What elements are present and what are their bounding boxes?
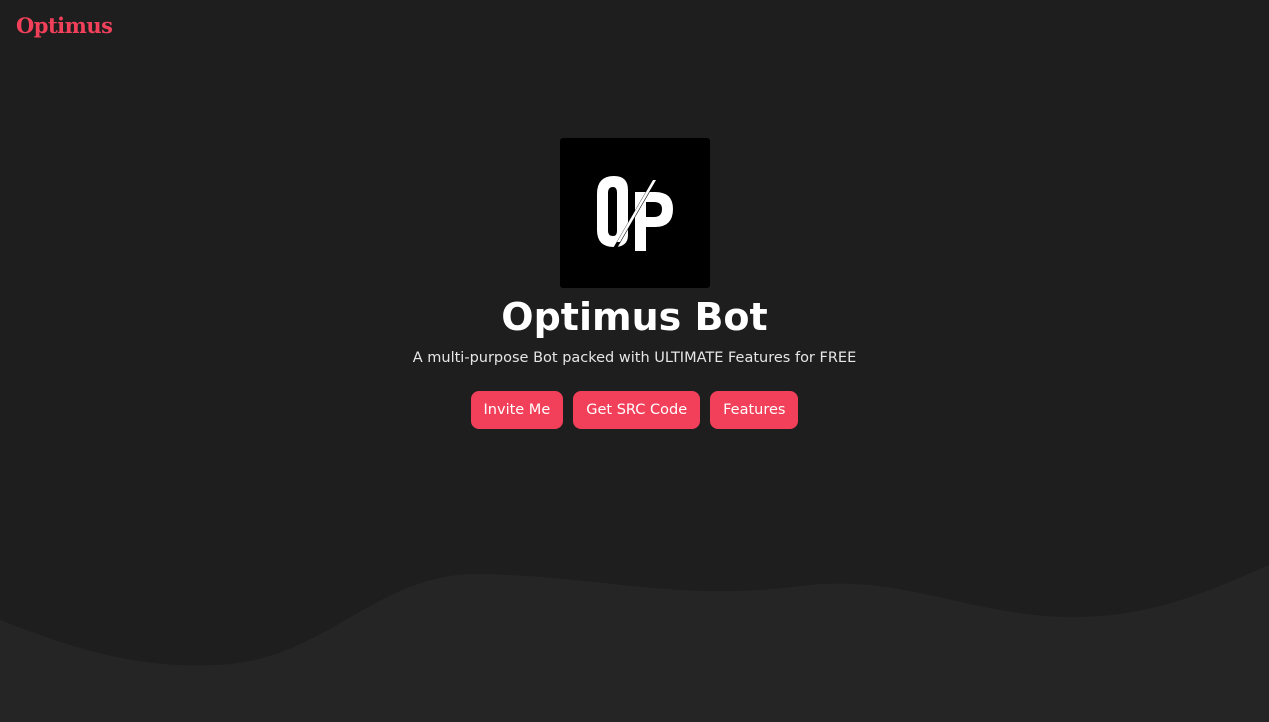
action-buttons: Invite Me Get SRC Code Features [470, 391, 799, 429]
invite-me-button[interactable]: Invite Me [470, 391, 564, 429]
bot-avatar [559, 138, 710, 288]
hero-section: Optimus Bot A multi-purpose Bot packed w… [0, 138, 1269, 429]
op-logo-icon [596, 176, 673, 251]
features-button[interactable]: Features [710, 391, 799, 429]
page-title: Optimus Bot [501, 295, 768, 339]
wave-decoration [0, 565, 1269, 722]
page-subtitle: A multi-purpose Bot packed with ULTIMATE… [412, 350, 857, 366]
get-src-code-button[interactable]: Get SRC Code [573, 391, 701, 429]
page: Optimus Optimus Bot A multi-purpose Bot … [0, 0, 1269, 722]
brand-logo-link[interactable]: Optimus [16, 13, 113, 38]
